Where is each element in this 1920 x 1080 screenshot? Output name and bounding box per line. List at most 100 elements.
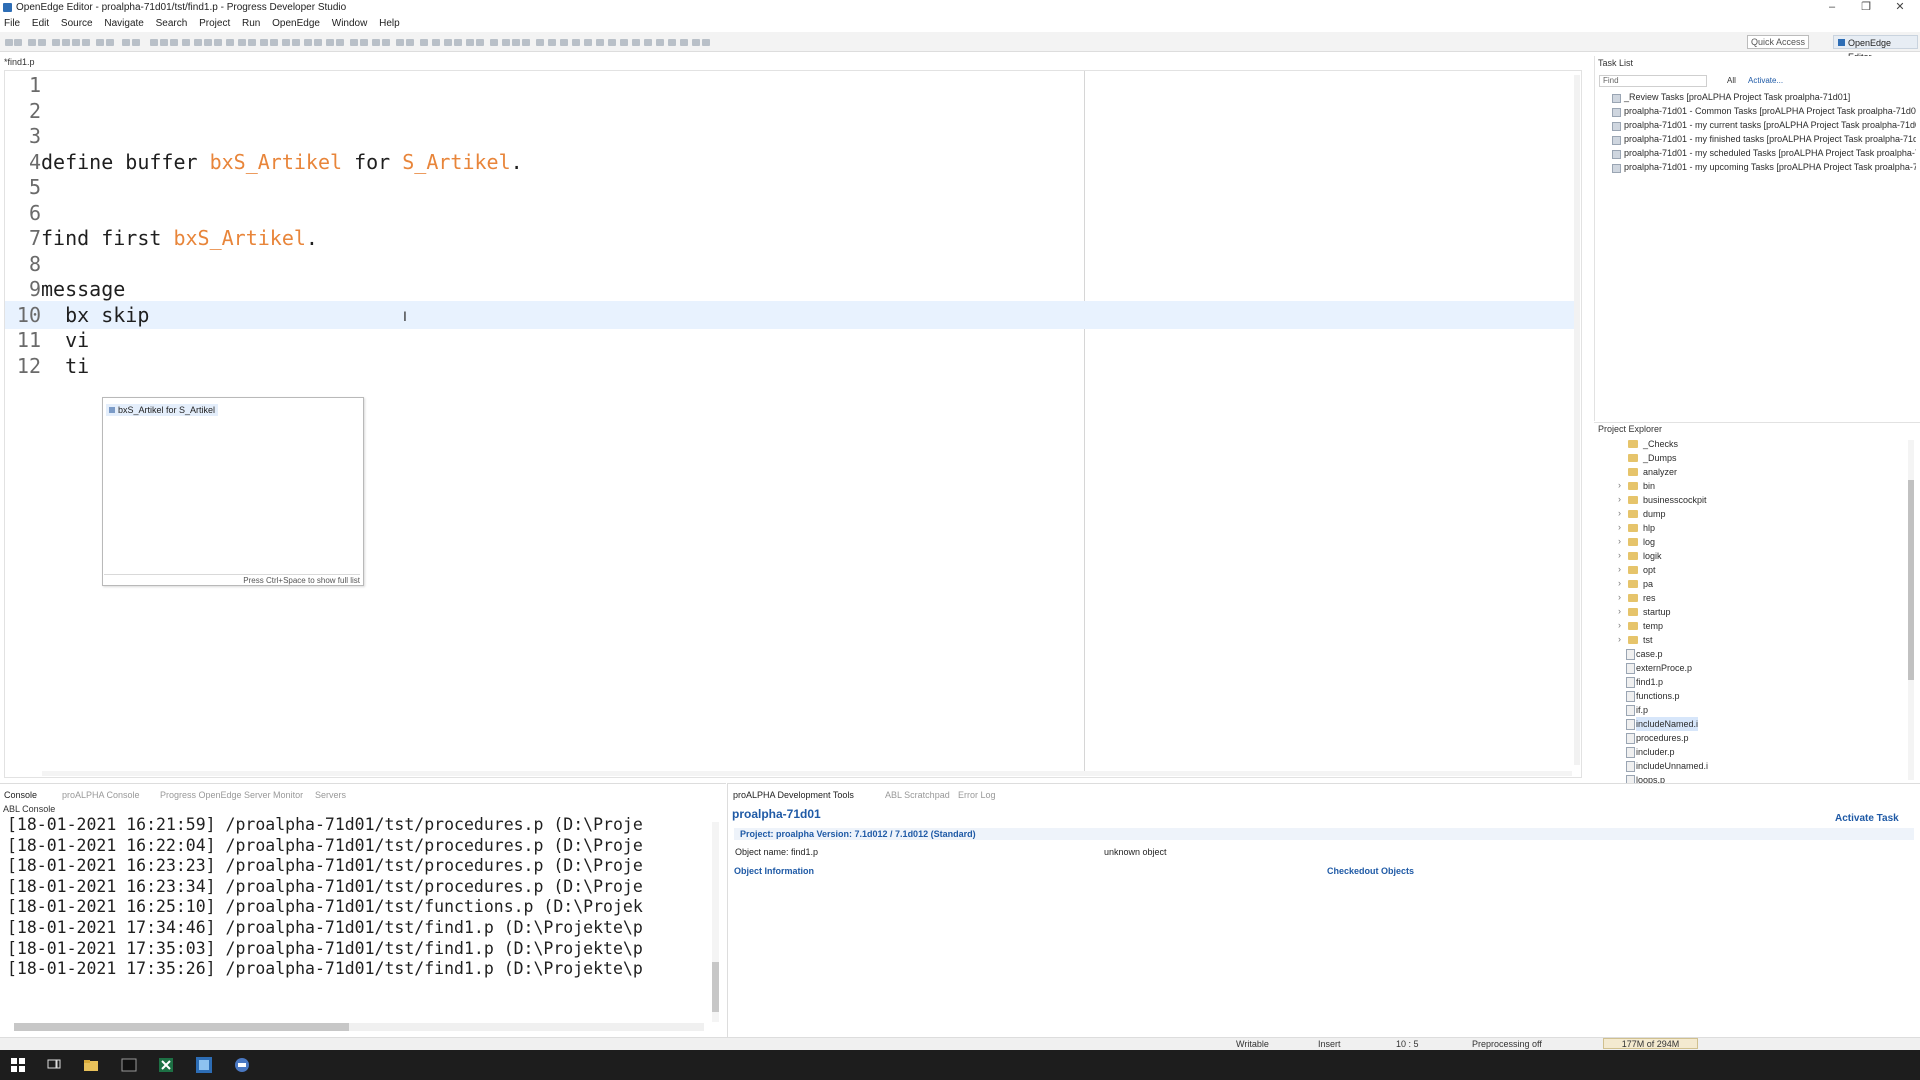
toolbar-button-icon[interactable] xyxy=(608,39,616,46)
toolbar-button-icon[interactable] xyxy=(632,39,640,46)
editor-horizontal-scrollbar[interactable] xyxy=(42,771,1572,776)
scrollbar-thumb[interactable] xyxy=(712,962,719,1012)
toolbar-button-icon[interactable] xyxy=(194,39,202,46)
menu-file[interactable]: File xyxy=(4,18,20,29)
tab-development-tools[interactable]: proALPHA Development Tools xyxy=(733,789,854,801)
toolbar-button-icon[interactable] xyxy=(82,39,90,46)
code-line[interactable]: bx skip xyxy=(41,303,149,327)
toolbar-button-icon[interactable] xyxy=(702,39,710,46)
tab-servers[interactable]: Servers xyxy=(315,789,346,801)
file-explorer-icon[interactable] xyxy=(83,1057,99,1073)
tree-file[interactable]: includeUnnamed.i xyxy=(1625,759,1708,773)
code-line[interactable]: ti xyxy=(41,354,89,378)
task-item[interactable]: proalpha-71d01 - my upcoming Tasks [proA… xyxy=(1610,161,1916,174)
toolbar-button-icon[interactable] xyxy=(248,39,256,46)
toolbar-button-icon[interactable] xyxy=(476,39,484,46)
editor-vertical-scrollbar[interactable] xyxy=(1574,75,1580,765)
tree-folder[interactable]: dump xyxy=(1619,506,1666,521)
menu-run[interactable]: Run xyxy=(242,18,260,29)
toolbar-button-icon[interactable] xyxy=(160,39,168,46)
object-information-section[interactable]: Object Information xyxy=(734,865,814,877)
toolbar-button-icon[interactable] xyxy=(560,39,568,46)
terminal-icon[interactable] xyxy=(121,1057,137,1073)
toolbar-button-icon[interactable] xyxy=(96,39,104,46)
task-activate-link[interactable]: Activate... xyxy=(1748,76,1783,86)
toolbar-button-icon[interactable] xyxy=(314,39,322,46)
tree-file[interactable]: externProce.p xyxy=(1625,661,1692,675)
toolbar-button-icon[interactable] xyxy=(260,39,268,46)
menu-openedge[interactable]: OpenEdge xyxy=(272,18,320,29)
toolbar-button-icon[interactable] xyxy=(350,39,358,46)
console-vertical-scrollbar[interactable] xyxy=(712,822,719,1022)
menu-navigate[interactable]: Navigate xyxy=(104,18,143,29)
task-item[interactable]: _Review Tasks [proALPHA Project Task pro… xyxy=(1610,91,1916,104)
toolbar-button-icon[interactable] xyxy=(454,39,462,46)
tree-folder[interactable]: businesscockpit xyxy=(1618,492,1706,507)
menu-edit[interactable]: Edit xyxy=(32,18,49,29)
toolbar-button-icon[interactable] xyxy=(282,39,290,46)
toolbar-button-icon[interactable] xyxy=(490,39,498,46)
task-item[interactable]: proalpha-71d01 - my current tasks [proAL… xyxy=(1610,119,1916,132)
heap-status[interactable]: 177M of 294M xyxy=(1603,1038,1698,1049)
scrollbar-thumb[interactable] xyxy=(14,1023,349,1031)
toolbar-button-icon[interactable] xyxy=(132,39,140,46)
code-editor[interactable]: 1 2 3 4 define buffer bxS_Artikel for S_Arti… xyxy=(4,70,1582,778)
devtools-project-title[interactable]: proalpha-71d01 xyxy=(732,807,821,821)
tab-server-monitor[interactable]: Progress OpenEdge Server Monitor xyxy=(160,789,303,801)
toolbar-button-icon[interactable] xyxy=(292,39,300,46)
menu-help[interactable]: Help xyxy=(379,18,400,29)
toolbar-button-icon[interactable] xyxy=(72,39,80,46)
toolbar-button-icon[interactable] xyxy=(644,39,652,46)
tree-folder[interactable]: temp xyxy=(1618,618,1663,633)
toolbar-button-icon[interactable] xyxy=(692,39,700,46)
toolbar-button-icon[interactable] xyxy=(406,39,414,46)
tree-folder[interactable]: analyzer xyxy=(1627,465,1677,479)
editor-tab-find1[interactable]: *find1.p xyxy=(4,56,54,69)
menu-window[interactable]: Window xyxy=(332,18,368,29)
toolbar-button-icon[interactable] xyxy=(38,39,46,46)
tree-folder[interactable]: opt xyxy=(1619,562,1656,577)
tree-file[interactable]: case.p xyxy=(1626,647,1663,661)
toolbar-button-icon[interactable] xyxy=(596,39,604,46)
toolbar-button-icon[interactable] xyxy=(336,39,344,46)
task-find-input[interactable]: Find xyxy=(1599,75,1707,87)
toolbar-button-icon[interactable] xyxy=(668,39,676,46)
menu-search[interactable]: Search xyxy=(156,18,188,29)
toolbar-button-icon[interactable] xyxy=(150,39,158,46)
content-assist-popup[interactable]: bxS_Artikel for S_Artikel Press Ctrl+Spa… xyxy=(102,397,364,586)
toolbar-button-icon[interactable] xyxy=(680,39,688,46)
toolbar-button-icon[interactable] xyxy=(52,39,60,46)
tree-folder[interactable]: _Checks xyxy=(1627,437,1678,451)
task-item[interactable]: proalpha-71d01 - Common Tasks [proALPHA … xyxy=(1610,105,1916,118)
toolbar-button-icon[interactable] xyxy=(238,39,246,46)
project-explorer-title[interactable]: Project Explorer xyxy=(1598,423,1662,435)
tree-file[interactable]: find1.p xyxy=(1625,675,1663,689)
tab-abl-scratchpad[interactable]: ABL Scratchpad xyxy=(885,789,950,801)
checkedout-objects-section[interactable]: Checkedout Objects xyxy=(1327,865,1414,877)
tab-error-log[interactable]: Error Log xyxy=(958,789,996,801)
activate-task-link[interactable]: Activate Task xyxy=(1835,813,1899,825)
code-line[interactable]: vi xyxy=(41,328,89,352)
tree-file[interactable]: procedures.p xyxy=(1626,731,1689,745)
menu-project[interactable]: Project xyxy=(199,18,230,29)
tree-file[interactable]: functions.p xyxy=(1626,689,1680,703)
tab-console[interactable]: Console xyxy=(4,789,37,801)
tree-file[interactable]: includer.p xyxy=(1626,745,1675,759)
tree-folder[interactable]: res xyxy=(1619,590,1656,605)
tree-folder[interactable]: startup xyxy=(1618,604,1670,619)
project-version-section[interactable]: Project: proalpha Version: 7.1d012 / 7.1… xyxy=(734,828,1914,840)
toolbar-button-icon[interactable] xyxy=(396,39,404,46)
toolbar-button-icon[interactable] xyxy=(502,39,510,46)
toolbar-button-icon[interactable] xyxy=(466,39,474,46)
toolbar-button-icon[interactable] xyxy=(5,39,13,46)
tree-folder[interactable]: bin xyxy=(1618,478,1655,493)
task-item[interactable]: proalpha-71d01 - my scheduled Tasks [pro… xyxy=(1610,147,1916,160)
scrollbar-thumb[interactable] xyxy=(1908,480,1914,680)
tree-folder[interactable]: log xyxy=(1618,534,1655,549)
toolbar-button-icon[interactable] xyxy=(226,39,234,46)
perspective-button[interactable]: OpenEdge Editor xyxy=(1833,35,1918,62)
toolbar-button-icon[interactable] xyxy=(512,39,520,46)
tree-folder[interactable]: _Dumps xyxy=(1628,451,1677,465)
menu-source[interactable]: Source xyxy=(61,18,93,29)
toolbar-button-icon[interactable] xyxy=(106,39,114,46)
